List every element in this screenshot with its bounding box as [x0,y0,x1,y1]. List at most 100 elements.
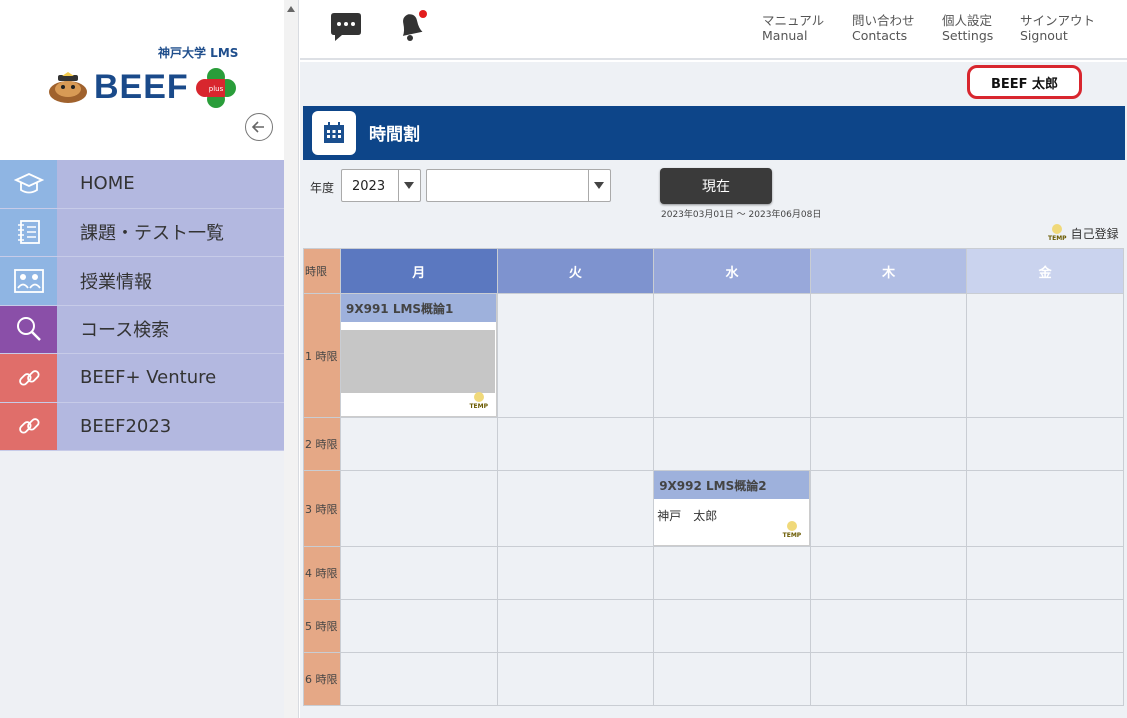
course-title[interactable]: 9X992 LMS概論2 [654,471,810,499]
redacted-area [341,330,495,393]
timetable-cell[interactable] [496,470,655,547]
day-header-fri: 金 [966,248,1124,294]
temp-icon: TEMP [469,392,488,410]
signout-link[interactable]: サインアウト Signout [1020,13,1095,43]
sidebar-nav: HOME 課題・テスト一覧 授業情報 コース検索 BEEF+ Venture B… [0,160,285,451]
timetable-cell[interactable] [966,293,1124,418]
settings-link-en: Settings [942,28,994,43]
sidebar-item-label: 授業情報 [80,271,152,293]
timetable-cell[interactable] [809,652,968,706]
logo-title: BEEF [94,68,189,106]
top-bar: マニュアル Manual 問い合わせ Contacts 個人設定 Setting… [300,0,1127,60]
scroll-up-arrow-icon[interactable] [287,6,295,12]
timetable-cell[interactable] [496,652,655,706]
sidebar-item-course-search[interactable]: コース検索 [0,305,285,354]
link-icon [0,402,57,450]
day-header-tue: 火 [496,248,655,294]
day-header-wed: 水 [653,248,811,294]
timetable-cell[interactable] [809,599,968,653]
chevron-down-icon [594,182,604,189]
timetable-cell[interactable] [340,470,498,547]
graduation-cap-icon [0,160,57,208]
now-button[interactable]: 現在 [660,168,772,204]
timetable-cell[interactable]: 9X991 LMS概論1 Beefテスト教員１ TEMP [340,293,498,418]
sidebar-collapse-button[interactable] [245,113,273,141]
manual-link[interactable]: マニュアル Manual [762,13,824,43]
timetable-cell[interactable] [966,652,1124,706]
contacts-link-en: Contacts [852,28,908,43]
settings-link[interactable]: 個人設定 Settings [942,13,993,43]
chevron-down-icon [404,182,414,189]
self-register-label: 自己登録 [1070,226,1119,241]
timetable-cell[interactable] [653,293,811,418]
year-label: 年度 [310,181,335,195]
manual-link-ja: マニュアル [762,13,825,28]
course-card[interactable]: 9X992 LMS概論2 神戸 太郎 TEMP [654,471,811,546]
timetable-cell[interactable] [496,546,655,600]
sidebar: 神戸大学 LMS BEEF plus HOME 課題・テスト一覧 授業情報 コー… [0,0,299,718]
sidebar-item-label: コース検索 [80,320,170,342]
sidebar-item-beef2023[interactable]: BEEF2023 [0,402,285,451]
timetable-cell[interactable] [809,293,968,418]
sidebar-item-beef-venture[interactable]: BEEF+ Venture [0,354,285,403]
timetable-cell[interactable] [340,652,498,706]
timetable-cell[interactable] [966,417,1124,471]
manual-link-en: Manual [762,28,808,43]
calendar-icon [312,111,356,155]
term-select[interactable] [426,169,611,202]
timetable-cell[interactable] [966,599,1124,653]
period-label: 1 時限 [303,293,341,418]
timetable-cell[interactable] [653,652,811,706]
day-header-thu: 木 [809,248,968,294]
timetable-cell[interactable] [340,599,498,653]
sidebar-item-label: 課題・テスト一覧 [80,223,224,245]
notebook-icon [0,208,57,256]
timetable-cell[interactable] [966,546,1124,600]
term-select-toggle[interactable] [588,170,610,201]
timetable-cell[interactable] [340,546,498,600]
period-label: 4 時限 [303,546,341,600]
year-select-toggle[interactable] [398,170,420,201]
timetable-cell[interactable] [809,546,968,600]
plus-logo-text: plus [209,85,224,93]
year-select[interactable]: 2023 [341,169,421,202]
timetable-cell[interactable] [496,599,655,653]
sidebar-scrollbar[interactable] [284,0,298,718]
sidebar-item-class-info[interactable]: 授業情報 [0,257,285,306]
timetable-cell[interactable] [496,293,655,418]
contacts-link-ja: 問い合わせ [852,13,915,28]
mascot-logo-icon [49,72,87,103]
timetable-cell[interactable] [966,470,1124,547]
temp-icon: TEMP [783,521,801,539]
timetable-cell[interactable]: 9X992 LMS概論2 神戸 太郎 TEMP [653,470,811,547]
user-name-badge[interactable]: BEEF 太郎 [967,65,1082,99]
date-range-text: 2023年03月01日 ～ 2023年06月08日 [661,210,822,220]
timetable-cell[interactable] [809,417,968,471]
chat-icon[interactable] [328,10,364,46]
plus-logo-icon: plus [196,68,236,108]
arrow-left-icon [251,121,264,133]
link-icon [0,354,57,402]
contacts-link[interactable]: 問い合わせ Contacts [852,13,915,43]
timetable-cell[interactable] [809,470,968,547]
sidebar-item-label: BEEF+ Venture [80,367,217,389]
sidebar-item-label: BEEF2023 [80,415,172,437]
timetable-cell[interactable] [653,417,811,471]
period-label: 2 時限 [303,417,341,471]
sidebar-item-assignments[interactable]: 課題・テスト一覧 [0,208,285,257]
notification-dot [419,10,427,18]
signout-link-en: Signout [1020,28,1068,43]
main-content: BEEF 太郎 時間割 年度 2023 現在 2023年03月01日 ～ 202… [300,62,1127,718]
timetable-cell[interactable] [653,546,811,600]
course-title[interactable]: 9X991 LMS概論1 [341,294,496,322]
timetable-cell[interactable] [340,417,498,471]
period-label: 3 時限 [303,470,341,547]
timetable-cell[interactable] [496,417,655,471]
sidebar-item-home[interactable]: HOME [0,160,285,209]
bell-icon[interactable] [393,8,429,44]
day-header-mon: 月 [340,248,498,294]
self-register-link[interactable]: TEMP 自己登録 [1048,224,1119,242]
timetable-cell[interactable] [653,599,811,653]
course-card[interactable]: 9X991 LMS概論1 Beefテスト教員１ TEMP [341,294,497,417]
page-title-bar: 時間割 [303,106,1125,160]
